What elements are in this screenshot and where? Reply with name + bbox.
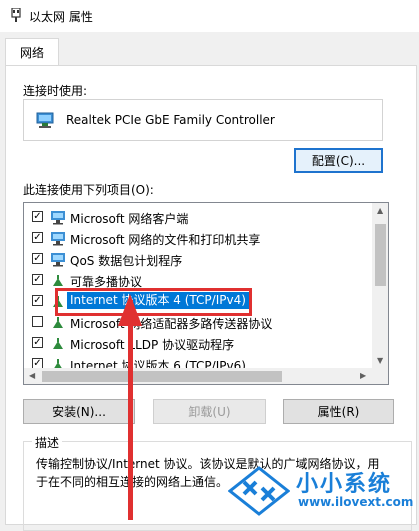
item-label: Microsoft LLDP 协议驱动程序 (70, 338, 235, 352)
checkbox[interactable]: ✓ (32, 274, 43, 285)
list-item[interactable]: ✓ Microsoft 网络的文件和打印机共享 (24, 228, 374, 249)
checkbox[interactable]: ✓ (32, 232, 43, 243)
annotation-arrow-shaft (128, 300, 133, 520)
scroll-up-icon[interactable]: ▲ (377, 206, 383, 215)
protocol-icon (53, 275, 63, 286)
vertical-scroll-thumb[interactable] (375, 224, 386, 286)
checkbox[interactable]: ✓ (32, 211, 43, 222)
install-button[interactable]: 安装(N)... (23, 399, 135, 424)
description-legend: 描述 (32, 434, 63, 451)
watermark-logo-icon (228, 466, 290, 516)
network-adapter-icon (11, 8, 21, 22)
scroll-right-icon[interactable]: ▶ (360, 371, 366, 380)
window-title: 以太网 属性 (29, 10, 93, 24)
item-label: Microsoft 网络适配器多路传送器协议 (70, 317, 273, 331)
tab-strip: 网络 (0, 32, 419, 66)
scroll-down-icon[interactable]: ▼ (377, 356, 383, 365)
items-label: 此连接使用下列项目(O): (23, 183, 154, 197)
adapter-box: Realtek PCIe GbE Family Controller (23, 99, 383, 141)
scroll-left-icon[interactable]: ◀ (29, 371, 35, 380)
checkbox[interactable] (32, 316, 43, 327)
protocol-icon (53, 338, 63, 349)
watermark-url: www.ilovext.com (298, 495, 414, 509)
annotation-arrow-icon (118, 294, 142, 326)
checkbox[interactable]: ✓ (32, 295, 43, 306)
watermark-brand: 小小系统 (296, 472, 393, 497)
qos-icon (51, 253, 65, 267)
list-item[interactable]: ✓ QoS 数据包计划程序 (24, 249, 374, 270)
tab-network[interactable]: 网络 (5, 38, 59, 65)
connect-using-label: 连接时使用: (23, 84, 88, 98)
item-label: Microsoft 网络的文件和打印机共享 (70, 233, 261, 247)
network-client-icon (51, 211, 65, 225)
checkbox[interactable]: ✓ (32, 253, 43, 264)
checkbox[interactable]: ✓ (32, 337, 43, 348)
item-label: QoS 数据包计划程序 (70, 254, 183, 268)
highlight-box (55, 288, 252, 316)
item-label: Microsoft 网络客户端 (70, 212, 189, 226)
protocol-icon (53, 317, 63, 328)
adapter-name: Realtek PCIe GbE Family Controller (66, 113, 275, 127)
horizontal-scroll-thumb[interactable] (42, 371, 282, 382)
network-card-icon (36, 112, 54, 128)
file-printer-share-icon (51, 232, 65, 246)
list-item[interactable]: ✓ Microsoft 网络客户端 (24, 207, 374, 228)
vertical-scrollbar[interactable]: ▲ ▼ (372, 203, 388, 368)
horizontal-scrollbar[interactable]: ◀ ▶ (24, 368, 388, 384)
configure-button[interactable]: 配置(C)... (294, 148, 383, 173)
uninstall-button[interactable]: 卸载(U) (153, 399, 266, 424)
properties-button[interactable]: 属性(R) (283, 399, 394, 424)
title-bar: 以太网 属性 (0, 0, 419, 32)
list-item[interactable]: ✓ Microsoft LLDP 协议驱动程序 (24, 333, 374, 354)
